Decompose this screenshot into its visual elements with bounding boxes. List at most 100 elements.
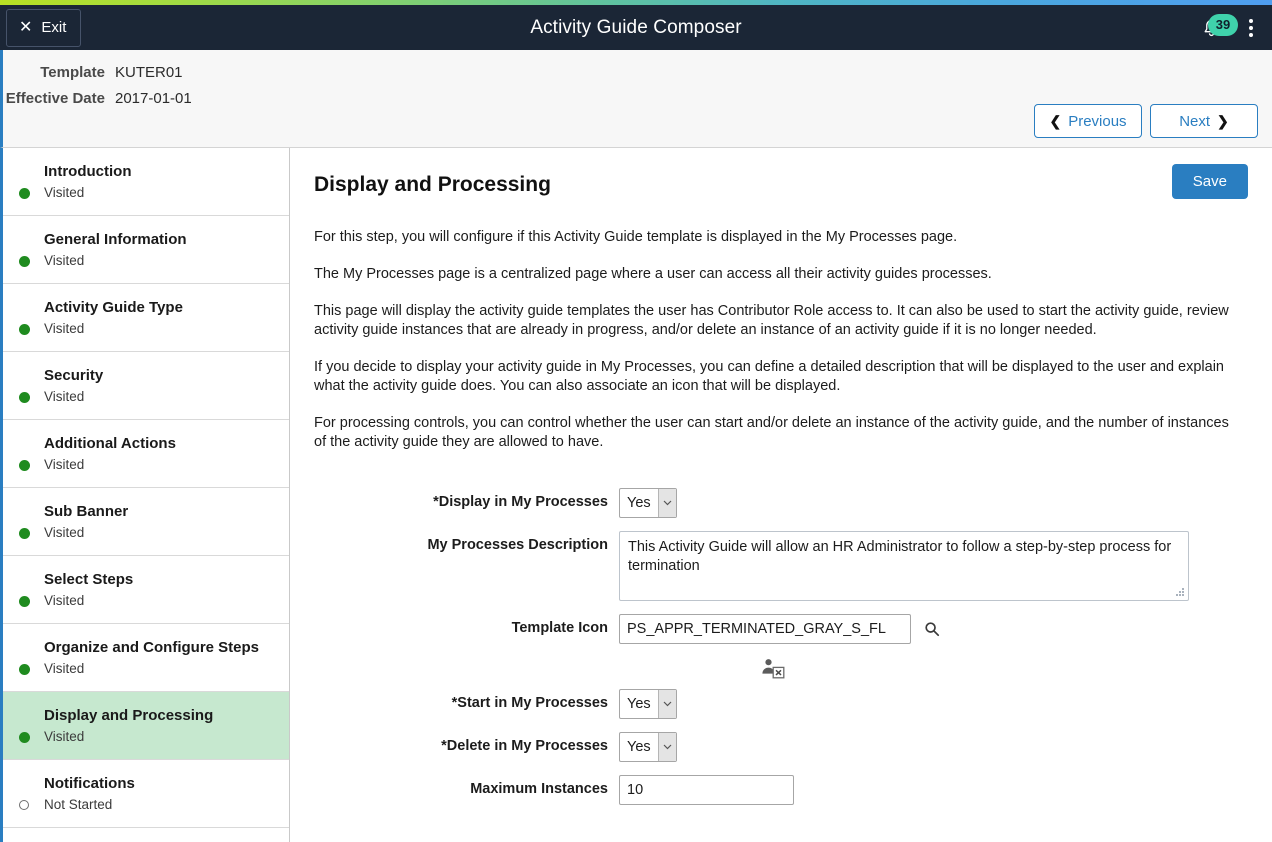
visited-dot-icon <box>19 187 30 199</box>
kebab-dot <box>1249 32 1253 37</box>
sidebar-item-general-information[interactable]: General Information Visited <box>3 216 289 284</box>
sidebar-item-security[interactable]: Security Visited <box>3 352 289 420</box>
sidebar-item-status-label: Not Started <box>44 797 113 812</box>
close-x-icon: ✕ <box>19 18 33 36</box>
delete-in-my-processes-control: Yes <box>619 732 677 762</box>
sidebar-item-notifications[interactable]: Notifications Not Started <box>3 760 289 828</box>
chevron-down-icon <box>658 690 676 718</box>
sidebar-item-additional-actions[interactable]: Additional Actions Visited <box>3 420 289 488</box>
display-in-my-processes-label: *Display in My Processes <box>433 494 608 510</box>
template-icon-input[interactable] <box>619 614 911 644</box>
sidebar-item-status: Visited <box>19 592 279 610</box>
settings-form: *Display in My Processes Yes My Processe… <box>314 488 1248 805</box>
sidebar-item-activity-guide-type[interactable]: Activity Guide Type Visited <box>3 284 289 352</box>
delete-in-my-processes-label: *Delete in My Processes <box>441 738 608 754</box>
template-metadata: Template KUTER01 Effective Date 2017-01-… <box>3 50 1272 112</box>
kebab-dot <box>1249 18 1253 23</box>
sidebar-item-label: Additional Actions <box>44 435 176 452</box>
visited-dot-icon <box>19 527 30 539</box>
template-row: Template KUTER01 <box>3 60 1272 86</box>
visited-dot-icon <box>19 323 30 335</box>
search-magnifier-icon[interactable] <box>921 614 943 644</box>
notifications-button[interactable]: 39 <box>1194 11 1238 45</box>
exit-button[interactable]: ✕ Exit <box>6 8 82 47</box>
next-button[interactable]: Next ❯ <box>1150 104 1258 138</box>
kebab-dot <box>1249 25 1253 30</box>
title-bar: ✕ Exit Activity Guide Composer 39 <box>0 5 1272 50</box>
my-processes-description-control: This Activity Guide will allow an HR Adm… <box>619 531 1189 601</box>
sidebar-item-status: Visited <box>19 320 279 338</box>
start-in-my-processes-row: *Start in My Processes Yes <box>314 689 1248 719</box>
visited-dot-icon <box>19 459 30 471</box>
sidebar-item-status: Visited <box>19 728 279 746</box>
terminated-person-icon <box>760 657 786 681</box>
template-value: KUTER01 <box>115 64 183 81</box>
exit-button-label: Exit <box>41 19 67 36</box>
chevron-left-icon: ❮ <box>1049 113 1062 129</box>
sidebar-item-status-label: Visited <box>44 729 85 744</box>
effective-date-value: 2017-01-01 <box>115 90 192 107</box>
display-in-my-processes-value: Yes <box>627 495 651 511</box>
visited-dot-icon <box>19 595 30 607</box>
delete-in-my-processes-value: Yes <box>627 739 651 755</box>
delete-in-my-processes-row: *Delete in My Processes Yes <box>314 732 1248 762</box>
start-in-my-processes-value: Yes <box>627 696 651 712</box>
start-in-my-processes-select[interactable]: Yes <box>619 689 677 719</box>
start-in-my-processes-control: Yes <box>619 689 677 719</box>
sidebar-item-status-label: Visited <box>44 185 85 200</box>
description-paragraph: If you decide to display your activity g… <box>314 359 1224 394</box>
sidebar-item-status-label: Visited <box>44 389 85 404</box>
save-button[interactable]: Save <box>1171 164 1248 199</box>
visited-dot-icon <box>19 391 30 403</box>
overflow-menu-icon[interactable] <box>1238 11 1264 45</box>
sidebar-item-status-label: Visited <box>44 321 85 336</box>
description-paragraph: For processing controls, you can control… <box>314 415 1229 450</box>
sidebar-item-status-label: Visited <box>44 457 85 472</box>
sidebar-item-status: Visited <box>19 524 279 542</box>
content-area: Introduction Visited General Information Vi… <box>0 148 1272 842</box>
step-sidebar: Introduction Visited General Information Vi… <box>0 148 290 842</box>
sidebar-item-display-and-processing[interactable]: Display and Processing Visited <box>3 692 289 760</box>
maximum-instances-input[interactable] <box>619 775 794 805</box>
sidebar-item-status: Not Started <box>19 796 279 814</box>
sidebar-item-status-label: Visited <box>44 525 85 540</box>
step-navigation: ❮ Previous Next ❯ <box>1034 104 1258 138</box>
previous-button-label: Previous <box>1068 112 1127 130</box>
sidebar-item-label: Sub Banner <box>44 503 129 520</box>
my-processes-description-row: My Processes Description This Activity G… <box>314 531 1248 601</box>
previous-button[interactable]: ❮ Previous <box>1034 104 1142 138</box>
sidebar-item-select-steps[interactable]: Select Steps Visited <box>3 556 289 624</box>
chevron-down-icon <box>658 733 676 761</box>
sidebar-item-label: Select Steps <box>44 571 134 588</box>
template-label: Template <box>40 64 105 81</box>
description-paragraph: This page will display the activity guid… <box>314 303 1229 338</box>
sidebar-item-label: General Information <box>44 231 187 248</box>
section-title: Display and Processing <box>314 173 551 196</box>
sidebar-item-sub-banner[interactable]: Sub Banner Visited <box>3 488 289 556</box>
maximum-instances-label: Maximum Instances <box>470 781 608 797</box>
visited-dot-icon <box>19 663 30 675</box>
display-in-my-processes-select[interactable]: Yes <box>619 488 677 518</box>
chevron-right-icon: ❯ <box>1217 113 1229 129</box>
visited-dot-icon <box>19 255 30 267</box>
my-processes-description-textarea[interactable]: This Activity Guide will allow an HR Adm… <box>619 531 1189 601</box>
sidebar-item-status: Visited <box>19 184 279 202</box>
delete-in-my-processes-select[interactable]: Yes <box>619 732 677 762</box>
my-processes-description-label: My Processes Description <box>427 537 608 553</box>
sidebar-item-label: Notifications <box>44 775 135 792</box>
visited-dot-icon <box>19 731 30 743</box>
sidebar-item-label: Display and Processing <box>44 707 214 724</box>
maximum-instances-control <box>619 775 794 805</box>
maximum-instances-row: Maximum Instances <box>314 775 1248 805</box>
template-icon-preview-row <box>314 657 1248 681</box>
sidebar-item-review-and-activate[interactable]: Review and Activate <box>3 828 289 842</box>
sidebar-item-introduction[interactable]: Introduction Visited <box>3 148 289 216</box>
sidebar-item-organize-and-configure-steps[interactable]: Organize and Configure Steps Visited <box>3 624 289 692</box>
template-icon-label: Template Icon <box>511 620 608 636</box>
next-button-label: Next <box>1179 112 1211 130</box>
main-panel: Display and Processing Save For this ste… <box>290 148 1272 842</box>
sidebar-item-status-label: Visited <box>44 593 85 608</box>
display-in-my-processes-row: *Display in My Processes Yes <box>314 488 1248 518</box>
description-paragraph: The My Processes page is a centralized p… <box>314 266 992 282</box>
sidebar-item-status: Visited <box>19 388 279 406</box>
